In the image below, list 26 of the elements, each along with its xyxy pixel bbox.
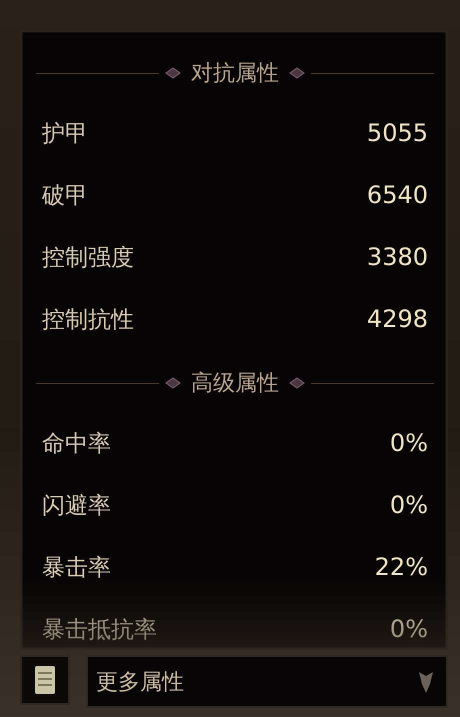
scroll-icon <box>34 665 56 695</box>
diamond-ornament-icon <box>165 377 181 389</box>
diamond-ornament-icon <box>289 67 305 79</box>
attribute-label: 暴击率 <box>42 554 111 582</box>
attribute-value: 0% <box>390 429 428 457</box>
attribute-value: 0% <box>390 615 428 643</box>
section-title: 高级属性 <box>190 370 280 398</box>
attribute-label: 护甲 <box>42 120 88 148</box>
attribute-value: 6540 <box>366 181 428 209</box>
caret-icon <box>418 670 434 694</box>
attribute-value: 22% <box>374 553 428 581</box>
attribute-label: 控制抗性 <box>42 306 134 334</box>
attribute-value: 5055 <box>366 119 428 147</box>
attribute-label: 控制强度 <box>42 244 134 272</box>
attribute-label: 暴击抵抗率 <box>42 616 157 644</box>
attribute-value: 4298 <box>366 305 428 333</box>
attribute-value: 0% <box>390 491 428 519</box>
diamond-ornament-icon <box>289 377 305 389</box>
attribute-value: 3380 <box>366 243 428 271</box>
more-attributes-dropdown[interactable]: 更多属性 <box>86 655 448 708</box>
scroll-icon-button[interactable] <box>20 655 70 705</box>
attribute-label: 闪避率 <box>42 492 111 520</box>
diamond-ornament-icon <box>165 67 181 79</box>
attribute-label: 破甲 <box>42 182 88 210</box>
section-title: 对抗属性 <box>190 60 280 88</box>
attribute-label: 命中率 <box>42 430 111 458</box>
